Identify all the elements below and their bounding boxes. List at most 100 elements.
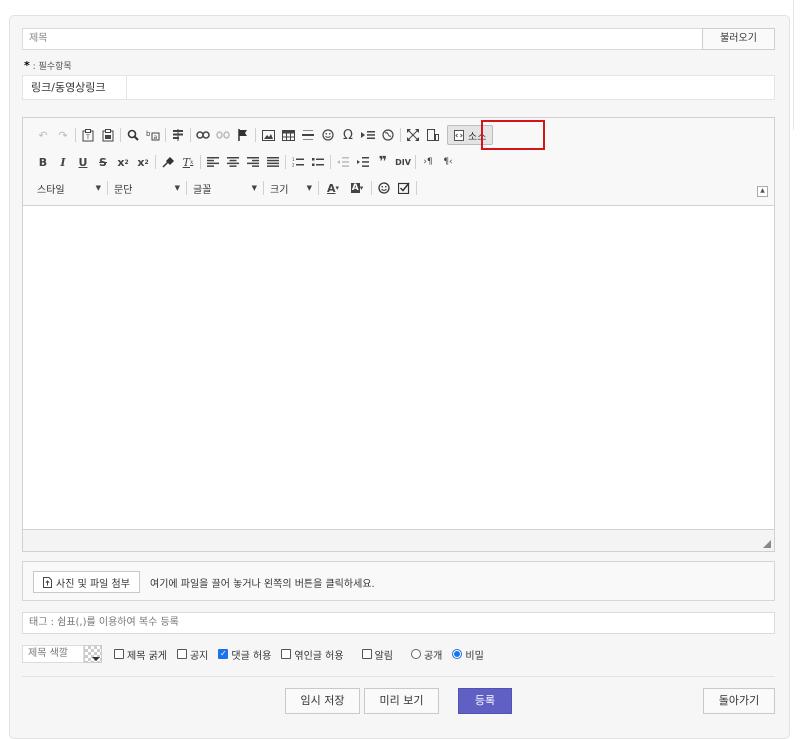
required-note: * : 필수항목 [24,59,72,72]
link-input[interactable] [128,76,774,99]
checkbox-box[interactable] [176,649,187,659]
underline-icon[interactable]: U [73,153,93,171]
form-divider [22,676,775,677]
back-button[interactable]: 돌아가기 [703,688,775,714]
maximize-icon[interactable] [403,126,423,144]
editor-toolbar: ↶ ↷ T ba Ω 소스 B I U S x 2 x 2 T x 1 2 ❞ … [23,118,774,206]
ltr-direction-icon[interactable]: ›¶ [418,153,438,171]
checkbox-box[interactable] [361,649,372,659]
table-icon[interactable] [278,126,298,144]
attach-file-button[interactable]: 사진 및 파일 첨부 [33,571,140,593]
size-dropdown[interactable]: 크기 ▼ [266,179,316,197]
link-icon[interactable] [193,126,213,144]
checkbox-box[interactable] [281,649,292,659]
find-icon[interactable] [123,126,143,144]
public-radio[interactable]: 공개 [410,647,442,662]
rtl-direction-icon[interactable]: ¶‹ [438,153,458,171]
bullet-list-icon[interactable] [308,153,328,171]
outdent-icon[interactable] [333,153,353,171]
bold-title-checkbox[interactable]: 제목 굵게 [114,647,167,662]
checkbox-icon[interactable] [394,179,414,197]
notice-checkbox[interactable]: 공지 [176,647,208,662]
svg-text:b: b [146,130,151,138]
emoji-icon[interactable] [374,179,394,197]
background-color-icon[interactable]: A ▾ [345,179,369,197]
allow-trackback-checkbox[interactable]: 엮인글 허용 [281,647,344,662]
svg-text:T: T [85,134,90,141]
tag-input[interactable]: 태그 : 쉼표(,)를 이용하여 복수 등록 [22,612,775,634]
secret-radio[interactable]: 비밀 [452,647,484,662]
paste-text-icon[interactable]: T [78,126,98,144]
radio-button[interactable] [410,649,421,659]
replace-icon[interactable]: ba [143,126,163,144]
bold-title-label: 제목 굵게 [127,650,167,662]
size-label: 크기 [270,184,289,196]
blockquote-icon[interactable]: ❞ [373,153,393,171]
allow-comments-label: 댓글 허용 [231,650,272,662]
temp-save-button[interactable]: 임시 저장 [285,688,360,714]
toolbar-row-3: 스타일 ▼ 문단 ▼ 글꼴 ▼ 크기 ▼ A ▾ A ▾ [33,178,419,198]
toolbar-separator [165,128,166,142]
paragraph-dropdown[interactable]: 문단 ▼ [110,179,184,197]
smiley-icon[interactable] [318,126,338,144]
indent-icon[interactable] [353,153,373,171]
editor-content-area[interactable] [23,206,774,530]
page-scrollbar[interactable] [793,0,800,130]
submit-button[interactable]: 등록 [458,688,512,714]
title-input[interactable]: 제목 [22,28,702,50]
checkbox-box[interactable] [114,649,124,659]
style-dropdown[interactable]: 스타일 ▼ [33,179,105,197]
anchor-flag-icon[interactable] [233,126,253,144]
remove-format-icon[interactable]: Tx [178,153,198,171]
image-icon[interactable] [258,126,278,144]
link-label: 링크/동영상링크 [23,76,127,99]
page-break-icon[interactable] [358,126,378,144]
toolbar-separator [330,155,331,169]
toolbar-separator [120,128,121,142]
toolbar-separator [155,155,156,169]
toolbar-separator [285,155,286,169]
toolbar-separator [415,155,416,169]
resize-handle-icon[interactable] [763,540,771,548]
title-color-input[interactable]: 제목 색깔 [22,645,84,663]
show-blocks-icon[interactable] [423,126,443,144]
subscript-icon[interactable]: x2 [113,153,133,171]
toolbar-separator [200,155,201,169]
load-button[interactable]: 불러오기 [702,28,775,50]
allow-comments-checkbox[interactable]: ✓ 댓글 허용 [218,647,271,662]
paste-word-icon[interactable] [98,126,118,144]
div-container-icon[interactable]: DIV [393,153,413,171]
toolbar-row-1: ↶ ↷ T ba Ω 소스 [33,125,494,145]
source-icon [454,129,464,141]
special-char-icon[interactable]: Ω [338,126,358,144]
text-color-icon[interactable]: A ▾ [321,179,345,197]
secret-label: 비밀 [465,650,484,662]
align-justify-icon[interactable] [263,153,283,171]
italic-icon[interactable]: I [53,153,73,171]
align-center-icon[interactable] [223,153,243,171]
strikethrough-icon[interactable]: S [93,153,113,171]
select-all-icon[interactable] [168,126,188,144]
file-upload-area[interactable]: 사진 및 파일 첨부 여기에 파일을 끌어 놓거나 왼쪽의 버튼을 클릭하세요. [22,561,775,601]
toolbar-collapse-icon[interactable]: ▲ [757,186,768,197]
align-left-icon[interactable] [203,153,223,171]
copy-format-icon[interactable] [158,153,178,171]
svg-text:1: 1 [292,157,295,162]
iframe-globe-icon[interactable] [378,126,398,144]
numbered-list-icon[interactable]: 12 [288,153,308,171]
redo-icon[interactable]: ↷ [53,126,73,144]
checkbox-checked-icon[interactable]: ✓ [218,649,229,659]
font-dropdown[interactable]: 글꼴 ▼ [189,179,261,197]
bold-icon[interactable]: B [33,153,53,171]
undo-icon[interactable]: ↶ [33,126,53,144]
preview-button[interactable]: 미리 보기 [364,688,439,714]
radio-selected[interactable] [452,649,463,659]
align-right-icon[interactable] [243,153,263,171]
allow-trackback-label: 엮인글 허용 [294,650,344,662]
notify-label: 알림 [374,650,393,662]
color-picker-icon[interactable] [84,645,102,663]
unlink-icon[interactable] [213,126,233,144]
horizontal-rule-icon[interactable] [298,126,318,144]
notify-checkbox[interactable]: 알림 [361,647,393,662]
superscript-icon[interactable]: x2 [133,153,153,171]
